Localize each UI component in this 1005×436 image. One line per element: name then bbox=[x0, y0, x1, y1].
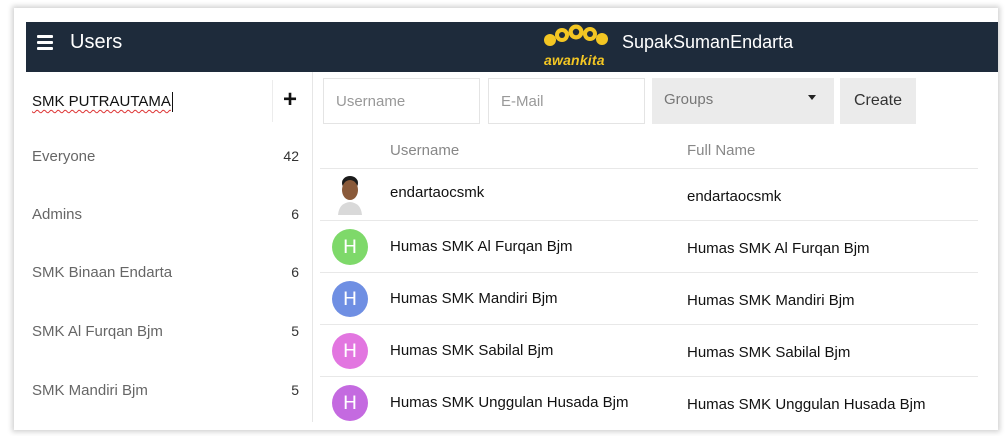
group-name: Admins bbox=[32, 206, 83, 223]
row-username: Humas SMK Al Furqan Bjm bbox=[390, 238, 573, 255]
sidebar-item-everyone[interactable]: Everyone 42 bbox=[26, 130, 313, 188]
groups-select[interactable]: Groups bbox=[652, 78, 834, 124]
row-username: Humas SMK Sabilal Bjm bbox=[390, 342, 554, 359]
dropdown-arrow-icon bbox=[808, 95, 816, 100]
group-count: 5 bbox=[291, 382, 299, 398]
table-row[interactable]: H Humas SMK Sabilal Bjm Humas SMK Sabila… bbox=[320, 324, 978, 376]
sidebar-item-smk-al-furqan-bjm[interactable]: SMK Al Furqan Bjm 5 bbox=[26, 305, 313, 363]
group-name: SMK Mandiri Bjm bbox=[32, 382, 148, 399]
row-username: endartaocsmk bbox=[390, 184, 485, 201]
group-count: 42 bbox=[283, 148, 299, 164]
table-row[interactable]: endartaocsmk endartaocsmk bbox=[320, 168, 978, 220]
column-header-username[interactable]: Username bbox=[390, 142, 459, 159]
group-count: 6 bbox=[291, 264, 299, 280]
username-input[interactable]: Username bbox=[323, 78, 480, 124]
row-fullname: Humas SMK Sabilal Bjm bbox=[687, 344, 851, 361]
table-row[interactable]: H Humas SMK Mandiri Bjm Humas SMK Mandir… bbox=[320, 272, 978, 324]
group-name: Everyone bbox=[32, 148, 96, 165]
group-count: 6 bbox=[291, 206, 299, 222]
page-title: Users bbox=[70, 31, 123, 53]
column-header-fullname[interactable]: Full Name bbox=[687, 142, 755, 159]
logo-text: awankita bbox=[544, 52, 605, 68]
sidebar-item-smk-binaan-endarta[interactable]: SMK Binaan Endarta 6 bbox=[26, 246, 313, 304]
row-fullname: Humas SMK Unggulan Husada Bjm bbox=[687, 396, 926, 413]
email-input[interactable]: E-Mail bbox=[488, 78, 645, 124]
row-fullname: Humas SMK Mandiri Bjm bbox=[687, 292, 855, 309]
user-avatar: H bbox=[332, 229, 368, 265]
user-avatar: H bbox=[332, 333, 368, 369]
group-name: SMK Al Furqan Bjm bbox=[32, 323, 163, 340]
table-row[interactable]: H Humas SMK Al Furqan Bjm Humas SMK Al F… bbox=[320, 220, 978, 272]
table-row[interactable]: H Humas SMK Unggulan Husada Bjm Humas SM… bbox=[320, 376, 978, 421]
sidebar-item-admins[interactable]: Admins 6 bbox=[26, 188, 313, 246]
row-username: Humas SMK Mandiri Bjm bbox=[390, 290, 558, 307]
sidebar-item-smk-mandiri-bjm[interactable]: SMK Mandiri Bjm 5 bbox=[26, 364, 313, 422]
group-count: 5 bbox=[291, 323, 299, 339]
text-caret bbox=[172, 92, 173, 112]
user-avatar: H bbox=[332, 281, 368, 317]
row-username: Humas SMK Unggulan Husada Bjm bbox=[390, 394, 629, 411]
create-user-button[interactable]: Create bbox=[840, 78, 916, 124]
group-name: SMK Binaan Endarta bbox=[32, 264, 173, 281]
user-avatar: H bbox=[332, 385, 368, 421]
add-group-button[interactable]: + bbox=[283, 88, 297, 112]
hamburger-menu-icon[interactable] bbox=[37, 35, 53, 50]
row-fullname: endartaocsmk bbox=[687, 188, 782, 205]
brand-name: SupakSumanEndarta bbox=[622, 32, 794, 52]
user-photo-avatar bbox=[335, 173, 365, 215]
new-group-input[interactable]: SMK PUTRAUTAMA bbox=[32, 93, 171, 110]
top-bar bbox=[26, 22, 998, 72]
row-fullname: Humas SMK Al Furqan Bjm bbox=[687, 240, 870, 257]
divider bbox=[272, 80, 273, 122]
